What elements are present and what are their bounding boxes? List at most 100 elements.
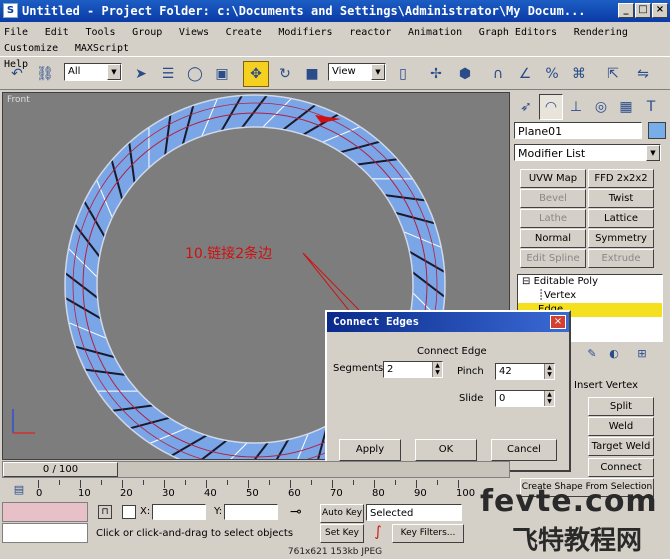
key-icon[interactable]: ⊸ [290,504,302,520]
time-slider[interactable]: 0 / 100 [3,462,118,477]
menu-tools[interactable]: Tools [85,27,115,38]
minimize-button[interactable]: _ [618,3,634,18]
menu-modifiers[interactable]: Modifiers [278,27,332,38]
normal-button[interactable]: Normal [520,229,586,248]
bevel-button[interactable]: Bevel [520,189,586,208]
pivot-center-icon[interactable]: ▯ [390,61,416,87]
menu-graph-editors[interactable]: Graph Editors [479,27,557,38]
mirror-icon[interactable]: ⇋ [630,61,656,87]
dialog-close-icon[interactable]: × [550,315,566,329]
spinner-arrows-icon[interactable]: ▲ ▼ [544,391,554,406]
move-icon[interactable]: ✥ [243,61,269,87]
keyboard-shortcut-icon[interactable]: ⬢ [452,61,478,87]
menu-bar: File Edit Tools Group Views Create Modif… [0,22,670,70]
spinner-snap-icon[interactable]: ⌘ [566,61,592,87]
named-selection-icon[interactable]: ⇱ [600,61,626,87]
uvw-map-button[interactable]: UVW Map [520,169,586,188]
insert-vertex-button-partial[interactable]: Insert Vertex [574,380,638,391]
time-slider-bar[interactable]: 0 / 100 [2,461,510,478]
maxscript-listener-pink[interactable] [2,502,88,522]
selection-region-icon[interactable]: ◯ [182,61,208,87]
segments-spinner[interactable]: 2 ▲ ▼ [383,361,443,378]
timeline-tick [185,480,186,485]
spinner-arrows-icon[interactable]: ▲ ▼ [544,364,554,379]
rotate-icon[interactable]: ↻ [272,61,298,87]
display-tab-icon[interactable]: ▦ [614,94,638,120]
slide-spinner[interactable]: 0 ▲ ▼ [495,390,555,407]
timeline-tick [458,480,459,488]
lattice-button[interactable]: Lattice [588,209,654,228]
select-by-name-icon[interactable]: ☰ [155,61,181,87]
snap-toggle-icon[interactable]: ∩ [485,61,511,87]
timeline-tick-label: 100 [456,488,476,499]
menu-group[interactable]: Group [132,27,162,38]
set-key-button[interactable]: Set Key [320,524,364,543]
menu-views[interactable]: Views [179,27,209,38]
create-tab-icon[interactable]: ➶ [514,94,538,120]
create-shape-button[interactable]: Create Shape From Selection [520,478,654,497]
ok-button[interactable]: OK [415,439,477,461]
menu-animation[interactable]: Animation [408,27,462,38]
undo-icon[interactable]: ↶ [4,61,30,87]
apply-button[interactable]: Apply [339,439,401,461]
x-coord-field[interactable] [152,504,206,520]
ffd-button[interactable]: FFD 2x2x2 [588,169,654,188]
selection-filter-dropdown[interactable]: All ▼ [64,63,122,81]
menu-create[interactable]: Create [226,27,262,38]
stack-tools: ✎ ◐ ⊞ [572,345,668,365]
utilities-tab-icon[interactable]: T [639,94,663,120]
window-crossing-icon[interactable]: ▣ [209,61,235,87]
timeline-tick-label: 40 [204,488,217,499]
auto-key-button[interactable]: Auto Key [320,504,364,523]
track-bar[interactable]: ▤ 0 10 20 30 40 50 60 70 80 90 100 [0,480,510,502]
modify-tab-icon[interactable]: ◠ [539,94,563,120]
connect-button[interactable]: Connect [588,458,654,477]
ref-coord-dropdown[interactable]: View ▼ [328,63,386,81]
cancel-button[interactable]: Cancel [491,439,557,461]
maximize-button[interactable]: □ [635,3,651,18]
lock-icon[interactable]: ⊓ [98,505,112,519]
timeline-tick [80,480,81,488]
object-name-field[interactable]: Plane01 [514,122,642,139]
motion-tab-icon[interactable]: ◎ [589,94,613,120]
maxscript-listener-white[interactable] [2,523,88,543]
scale-icon[interactable]: ■ [299,61,325,87]
menu-maxscript[interactable]: MAXScript [75,43,129,54]
extrude-button[interactable]: Extrude [588,249,654,268]
percent-snap-icon[interactable]: % [539,61,565,87]
close-button[interactable]: × [652,3,668,18]
angle-snap-icon[interactable]: ∠ [512,61,538,87]
menu-edit[interactable]: Edit [45,27,69,38]
configure-sets-icon[interactable]: ⊞ [632,345,652,363]
object-color-swatch[interactable] [648,122,666,139]
mini-curve-editor-icon[interactable]: ▤ [8,480,30,500]
pin-stack-icon[interactable]: ✎ [582,345,602,363]
hierarchy-tab-icon[interactable]: ⊥ [564,94,588,120]
y-coord-field[interactable] [224,504,278,520]
menu-reactor[interactable]: reactor [349,27,391,38]
menu-rendering[interactable]: Rendering [574,27,628,38]
target-weld-button[interactable]: Target Weld [588,437,654,456]
select-object-icon[interactable]: ➤ [128,61,154,87]
twist-button[interactable]: Twist [588,189,654,208]
pinch-spinner[interactable]: 42 ▲ ▼ [495,363,555,380]
edit-spline-button[interactable]: Edit Spline [520,249,586,268]
key-filters-button[interactable]: Key Filters... [392,524,464,543]
menu-file[interactable]: File [4,27,28,38]
timeline-tick [416,480,417,488]
menu-customize[interactable]: Customize [4,43,58,54]
select-manipulate-icon[interactable]: ✢ [423,61,449,87]
stack-item-vertex[interactable]: ┊Vertex [518,289,662,303]
lathe-button[interactable]: Lathe [520,209,586,228]
select-link-icon[interactable]: ⛓ [32,61,58,87]
symmetry-button[interactable]: Symmetry [588,229,654,248]
stack-item-editable-poly[interactable]: ⊟ Editable Poly [518,275,662,289]
weld-button[interactable]: Weld [588,417,654,436]
split-button[interactable]: Split [588,397,654,416]
selected-dropdown[interactable]: Selected [366,504,462,521]
modifier-list-dropdown[interactable]: Modifier List ▼ [514,144,661,161]
show-end-result-icon[interactable]: ◐ [604,345,624,363]
default-tangent-icon[interactable]: ∫ [366,524,390,543]
spinner-arrows-icon[interactable]: ▲ ▼ [432,362,442,377]
absolute-mode-checkbox[interactable] [122,505,136,519]
